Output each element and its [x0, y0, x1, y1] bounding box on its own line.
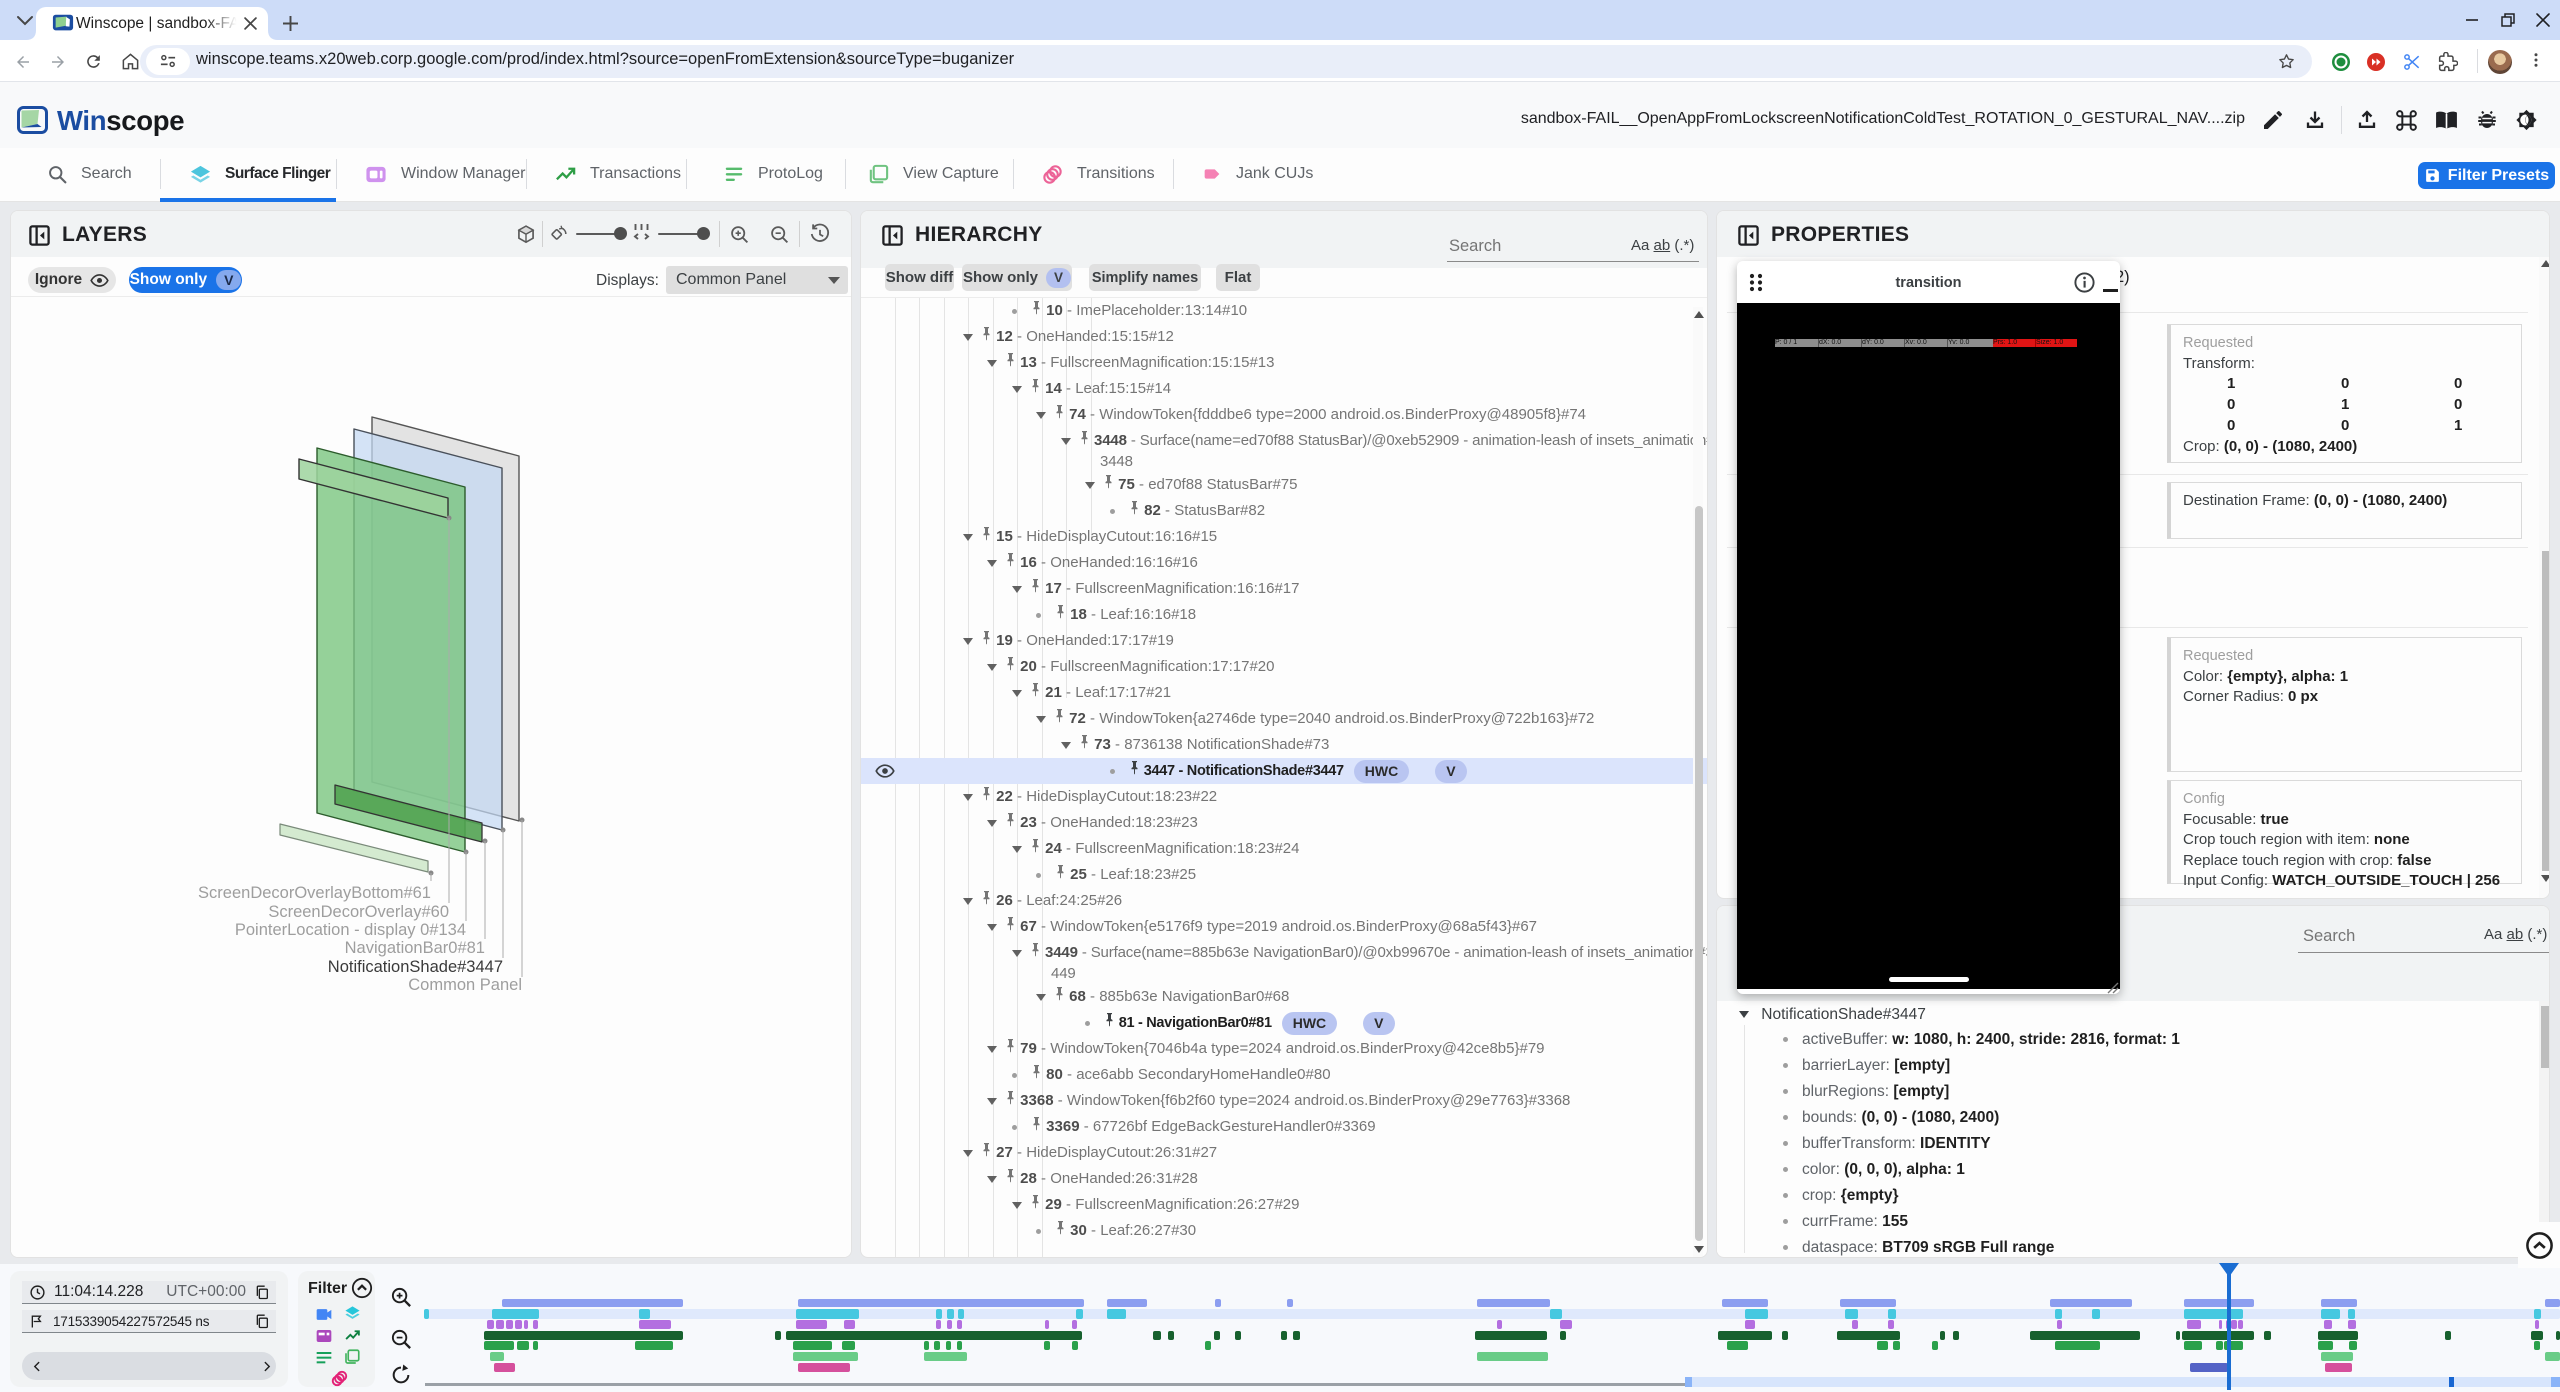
svg-text:Common Panel: Common Panel: [408, 976, 522, 994]
svg-text:NotificationShade#3447: NotificationShade#3447: [328, 958, 503, 976]
svg-text:PointerLocation - display 0#13: PointerLocation - display 0#134: [235, 921, 466, 939]
svg-text:ScreenDecorOverlay#60: ScreenDecorOverlay#60: [268, 903, 449, 921]
svg-text:ScreenDecorOverlayBottom#61: ScreenDecorOverlayBottom#61: [198, 884, 431, 902]
svg-text:NavigationBar0#81: NavigationBar0#81: [345, 939, 485, 957]
